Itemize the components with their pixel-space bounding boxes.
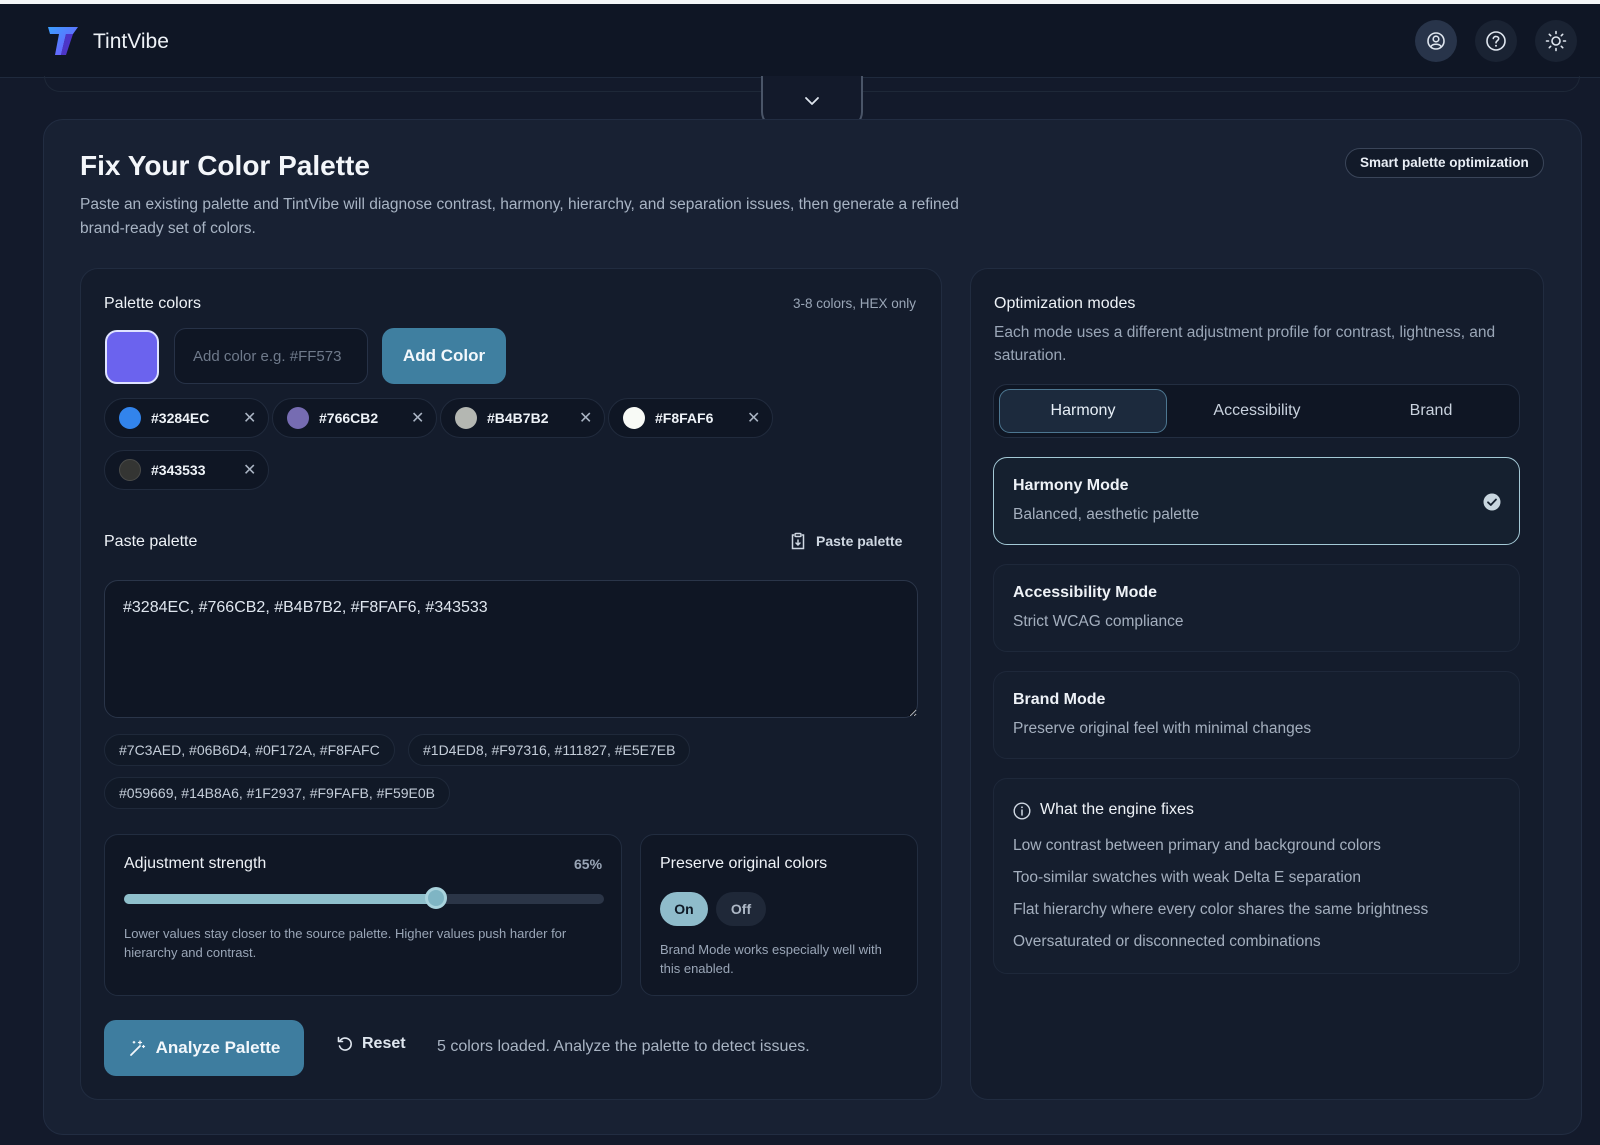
preserve-colors-label: Preserve original colors: [660, 855, 828, 872]
tab-accessibility[interactable]: Accessibility: [1173, 389, 1341, 433]
adjustment-strength-help: Lower values stay closer to the source p…: [124, 926, 567, 960]
magic-wand-icon: [129, 1040, 145, 1056]
remove-color-icon[interactable]: ✕: [243, 408, 256, 428]
paste-palette-button[interactable]: Paste palette: [790, 532, 902, 550]
engine-fix-item: Too-similar swatches with weak Delta E s…: [1013, 869, 1362, 886]
reset-label: Reset: [362, 1035, 406, 1052]
color-chip-hex: #3284EC: [151, 410, 210, 426]
add-color-input[interactable]: [174, 328, 368, 384]
adjustment-strength-label: Adjustment strength: [124, 855, 267, 872]
color-chip: #3284EC ✕: [104, 398, 270, 438]
remove-color-icon[interactable]: ✕: [411, 408, 424, 428]
color-chip-hex: #766CB2: [319, 410, 379, 426]
mode-card-title: Harmony Mode: [1013, 477, 1129, 494]
remove-color-icon[interactable]: ✕: [243, 460, 256, 480]
adjustment-strength-value: 65%: [574, 856, 603, 872]
palette-colors-label: Palette colors: [104, 295, 201, 312]
app-name[interactable]: TintVibe: [93, 30, 169, 54]
preserve-off-button[interactable]: Off: [716, 892, 766, 926]
add-color-button[interactable]: Add Color: [382, 328, 506, 384]
color-preview-swatch[interactable]: [105, 330, 159, 384]
color-chip-swatch: [119, 407, 141, 429]
analyze-palette-button[interactable]: Analyze Palette: [104, 1020, 304, 1076]
preset-palette[interactable]: #7C3AED, #06B6D4, #0F172A, #F8FAFC: [104, 734, 395, 766]
mode-card-desc: Strict WCAG compliance: [1013, 613, 1184, 630]
preset-palette[interactable]: #1D4ED8, #F97316, #111827, #E5E7EB: [408, 734, 691, 766]
color-chip-swatch: [287, 407, 309, 429]
reset-icon: [337, 1036, 352, 1051]
tintvibe-logo-icon[interactable]: [46, 24, 80, 58]
page-description: Paste an existing palette and TintVibe w…: [80, 196, 959, 237]
palette-colors-hint: 3-8 colors, HEX only: [793, 296, 917, 311]
preserve-colors-help: Brand Mode works especially well with th…: [660, 942, 882, 976]
page-title: Fix Your Color Palette: [80, 150, 370, 181]
mode-card-brand[interactable]: Brand Mode Preserve original feel with m…: [993, 671, 1520, 759]
help-button[interactable]: [1475, 20, 1517, 62]
tab-brand[interactable]: Brand: [1347, 389, 1515, 433]
paste-palette-label: Paste palette: [104, 533, 198, 550]
sun-icon: [1545, 30, 1567, 52]
reset-button[interactable]: Reset: [336, 1035, 406, 1053]
chevron-down-icon: [805, 97, 819, 105]
color-chip: #B4B7B2 ✕: [440, 398, 606, 438]
adjustment-strength-slider[interactable]: [124, 894, 604, 904]
check-circle-icon: [1483, 493, 1501, 511]
color-chip-hex: #B4B7B2: [487, 410, 549, 426]
color-chip: #F8FAF6 ✕: [608, 398, 774, 438]
mode-card-desc: Balanced, aesthetic palette: [1013, 506, 1200, 523]
analyze-palette-label: Analyze Palette: [155, 1038, 281, 1057]
clipboard-paste-icon: [791, 532, 805, 550]
color-chip-swatch: [119, 459, 141, 481]
user-circle-icon: [1427, 32, 1445, 50]
smart-optimization-badge: Smart palette optimization: [1345, 148, 1544, 178]
tab-harmony[interactable]: Harmony: [999, 389, 1167, 433]
optimization-modes-description: Each mode uses a different adjustment pr…: [994, 324, 1496, 364]
optimization-modes-title: Optimization modes: [994, 295, 1136, 312]
slider-fill: [124, 894, 436, 904]
theme-toggle-button[interactable]: [1535, 20, 1577, 62]
engine-fix-item: Low contrast between primary and backgro…: [1013, 837, 1381, 854]
mode-card-accessibility[interactable]: Accessibility Mode Strict WCAG complianc…: [993, 564, 1520, 652]
color-chip: #766CB2 ✕: [272, 398, 438, 438]
mode-tabs: Harmony Accessibility Brand: [993, 384, 1520, 438]
engine-fix-item: Flat hierarchy where every color shares …: [1013, 901, 1429, 918]
paste-palette-textarea[interactable]: #3284EC, #766CB2, #B4B7B2, #F8FAF6, #343…: [104, 580, 918, 718]
app-header: TintVibe: [0, 4, 1600, 78]
mode-card-title: Accessibility Mode: [1013, 584, 1158, 601]
engine-fixes-title: What the engine fixes: [1040, 801, 1194, 818]
account-button[interactable]: [1415, 20, 1457, 62]
engine-fix-item: Oversaturated or disconnected combinatio…: [1013, 933, 1321, 950]
mode-card-harmony[interactable]: Harmony Mode Balanced, aesthetic palette: [993, 457, 1520, 545]
color-chip-hex: #F8FAF6: [655, 410, 714, 426]
mode-card-desc: Preserve original feel with minimal chan…: [1013, 720, 1312, 737]
color-chip: #343533 ✕: [104, 450, 270, 490]
slider-handle[interactable]: [425, 887, 447, 909]
engine-fixes-card: What the engine fixes Low contrast betwe…: [993, 778, 1520, 974]
preserve-on-button[interactable]: On: [660, 892, 708, 926]
info-icon: [1013, 802, 1031, 820]
remove-color-icon[interactable]: ✕: [747, 408, 760, 428]
color-chip-hex: #343533: [151, 462, 206, 478]
color-chip-swatch: [455, 407, 477, 429]
mode-card-title: Brand Mode: [1013, 691, 1106, 708]
preset-palette[interactable]: #059669, #14B8A6, #1F2937, #F9FAFB, #F59…: [104, 777, 450, 809]
help-icon: [1486, 31, 1506, 51]
color-chip-swatch: [623, 407, 645, 429]
remove-color-icon[interactable]: ✕: [579, 408, 592, 428]
status-text: 5 colors loaded. Analyze the palette to …: [437, 1038, 810, 1055]
paste-palette-link-label: Paste palette: [816, 533, 903, 549]
